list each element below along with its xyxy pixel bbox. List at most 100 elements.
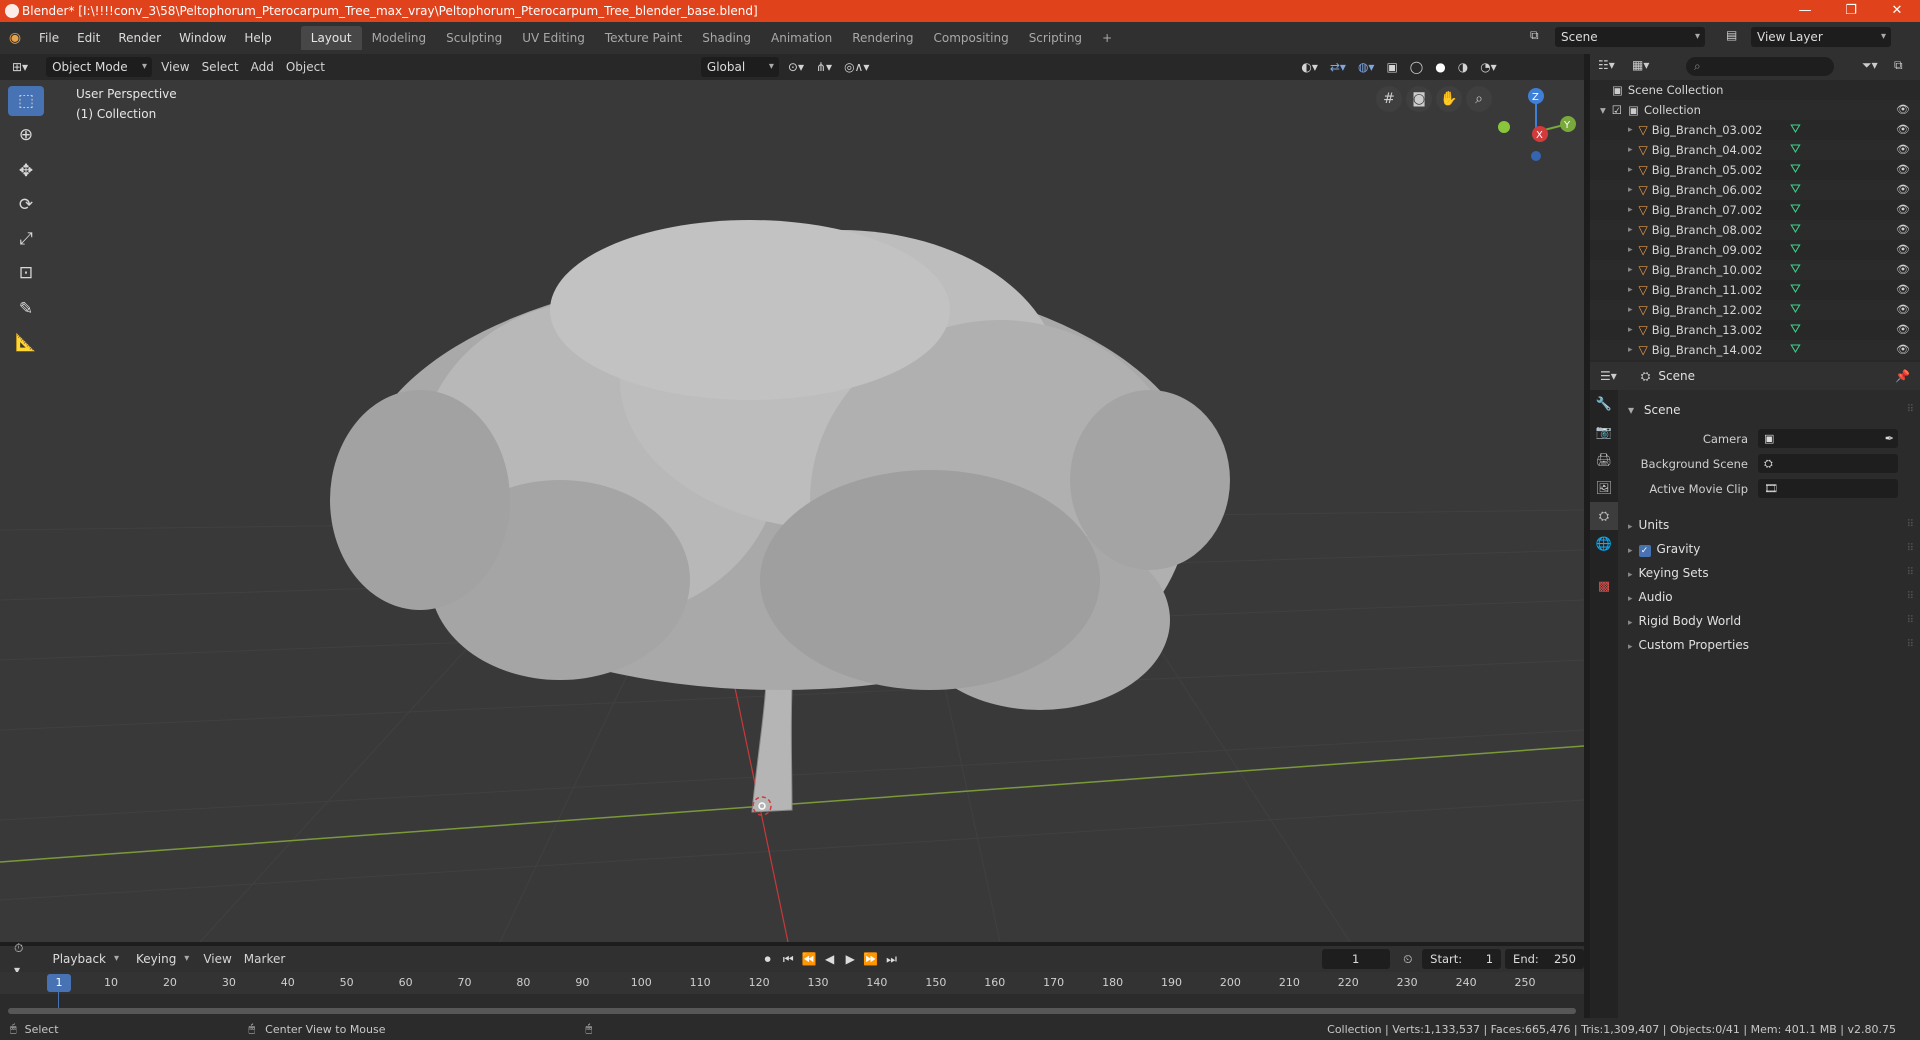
mesh-data-icon[interactable]: ⛛ xyxy=(1790,260,1801,280)
outliner-item[interactable]: ▸ ▽ Big_Branch_07.002 ⛛ 👁 xyxy=(1590,200,1920,220)
blender-menu-icon[interactable]: ◉ xyxy=(0,30,30,46)
outliner-item[interactable]: ▸ ▽ Big_Branch_05.002 ⛛ 👁 xyxy=(1590,160,1920,180)
close-button[interactable]: ✕ xyxy=(1874,0,1920,22)
tab-shading[interactable]: Shading xyxy=(692,26,761,50)
outliner-item[interactable]: ▸ ▽ Big_Branch_09.002 ⛛ 👁 xyxy=(1590,240,1920,260)
editor-type-icon[interactable]: ⊞▾ xyxy=(6,56,34,78)
jump-start-icon[interactable]: ⏮ xyxy=(778,949,799,969)
minimize-button[interactable]: — xyxy=(1782,0,1828,22)
texture-properties-icon[interactable]: ▩ xyxy=(1590,572,1618,600)
tab-texture-paint[interactable]: Texture Paint xyxy=(595,26,692,50)
timeline-menu-view[interactable]: View xyxy=(197,948,237,970)
navigation-gizmo[interactable]: Z Y X xyxy=(1486,84,1580,164)
play-icon[interactable]: ▶ xyxy=(840,949,861,969)
eye-icon[interactable]: 👁 xyxy=(1896,320,1910,340)
next-keyframe-icon[interactable]: ⏩ xyxy=(861,949,882,969)
mesh-data-icon[interactable]: ⛛ xyxy=(1790,160,1801,180)
outliner-item[interactable]: ▸ ▽ Big_Branch_08.002 ⛛ 👁 xyxy=(1590,220,1920,240)
visibility-icon[interactable]: ◐▾ xyxy=(1295,56,1324,78)
shading-wireframe-icon[interactable]: ◯ xyxy=(1404,56,1429,78)
start-frame-field[interactable]: Start: 1 xyxy=(1422,949,1502,969)
mesh-data-icon[interactable]: ⛛ xyxy=(1790,220,1801,240)
3d-viewport[interactable] xyxy=(0,80,1584,942)
render-properties-icon[interactable]: 📷 xyxy=(1590,418,1618,446)
tab-uv-editing[interactable]: UV Editing xyxy=(512,26,595,50)
expand-arrow-icon[interactable]: ▸ xyxy=(1628,340,1633,360)
view-layer-selector[interactable]: View Layer xyxy=(1751,27,1891,47)
menu-file[interactable]: File xyxy=(30,26,68,50)
outliner-item[interactable]: ▸ ▽ Big_Branch_14.002 ⛛ 👁 xyxy=(1590,340,1920,360)
add-workspace-button[interactable]: + xyxy=(1092,26,1122,50)
select-box-tool-icon[interactable]: ⬚ xyxy=(8,86,44,116)
shading-rendered-icon[interactable]: ◔▾ xyxy=(1474,56,1503,78)
timeline-scrollbar[interactable] xyxy=(8,1008,1576,1014)
properties-editor-icon[interactable]: ☰▾ xyxy=(1600,369,1617,383)
eye-icon[interactable]: 👁 xyxy=(1896,200,1910,220)
expand-arrow-icon[interactable]: ▸ xyxy=(1628,140,1633,160)
menu-help[interactable]: Help xyxy=(235,26,280,50)
eye-icon[interactable]: 👁 xyxy=(1896,340,1910,360)
viewport-menu-add[interactable]: Add xyxy=(245,56,280,78)
background-scene-field[interactable]: ⛭ xyxy=(1758,454,1898,473)
scene-selector[interactable]: Scene xyxy=(1555,27,1705,47)
viewport-menu-object[interactable]: Object xyxy=(280,56,331,78)
drag-handle-icon[interactable]: ⠿ xyxy=(1907,609,1914,633)
properties-subsection[interactable]: ▸ Audio ⠿ xyxy=(1618,585,1920,609)
timeline-menu-keying[interactable]: Keying xyxy=(130,949,194,969)
eye-icon[interactable]: 👁 xyxy=(1896,100,1910,120)
maximize-button[interactable]: ❐ xyxy=(1828,0,1874,22)
outliner-item[interactable]: ▸ ▽ Big_Branch_04.002 ⛛ 👁 xyxy=(1590,140,1920,160)
expand-arrow-icon[interactable]: ▸ xyxy=(1628,240,1633,260)
eye-icon[interactable]: 👁 xyxy=(1896,160,1910,180)
tab-modeling[interactable]: Modeling xyxy=(362,26,437,50)
mesh-data-icon[interactable]: ⛛ xyxy=(1790,300,1801,320)
active-movie-clip-field[interactable]: 🎞 xyxy=(1758,479,1898,498)
expand-arrow-icon[interactable]: ▸ xyxy=(1628,220,1633,240)
transform-orientation-dropdown[interactable]: Global xyxy=(700,57,779,77)
display-mode-icon[interactable]: ▦▾ xyxy=(1632,58,1649,72)
expand-arrow-icon[interactable]: ▸ xyxy=(1628,160,1633,180)
properties-subsection[interactable]: ▸ ✓ Gravity ⠿ xyxy=(1618,537,1920,561)
mesh-data-icon[interactable]: ⛛ xyxy=(1790,140,1801,160)
menu-window[interactable]: Window xyxy=(170,26,235,50)
pivot-point-icon[interactable]: ⊙▾ xyxy=(782,56,810,78)
eye-icon[interactable]: 👁 xyxy=(1896,120,1910,140)
view-layer-icon[interactable]: ▤ xyxy=(1726,28,1737,42)
mesh-data-icon[interactable]: ⛛ xyxy=(1790,340,1801,360)
drag-handle-icon[interactable]: ⠿ xyxy=(1907,585,1914,609)
filter-icon[interactable]: ⏷▾ xyxy=(1862,58,1878,73)
eye-icon[interactable]: 👁 xyxy=(1896,140,1910,160)
tab-compositing[interactable]: Compositing xyxy=(923,26,1018,50)
move-tool-icon[interactable]: ✥ xyxy=(8,156,44,186)
mesh-data-icon[interactable]: ⛛ xyxy=(1790,200,1801,220)
tool-properties-icon[interactable]: 🔧 xyxy=(1590,390,1618,418)
jump-end-icon[interactable]: ⏭ xyxy=(881,949,902,969)
transform-tool-icon[interactable]: ⊡ xyxy=(8,258,44,288)
outliner-scene-collection[interactable]: ▣ Scene Collection xyxy=(1590,80,1920,100)
measure-tool-icon[interactable]: 📐 xyxy=(8,328,44,358)
mesh-data-icon[interactable]: ⛛ xyxy=(1790,240,1801,260)
world-properties-icon[interactable]: 🌐 xyxy=(1590,530,1618,558)
gravity-checkbox[interactable]: ✓ xyxy=(1638,545,1651,557)
drag-handle-icon[interactable]: ⠿ xyxy=(1907,537,1914,561)
outliner-item[interactable]: ▸ ▽ Big_Branch_03.002 ⛛ 👁 xyxy=(1590,120,1920,140)
end-frame-field[interactable]: End: 250 xyxy=(1505,949,1584,969)
scene-selector-icon[interactable]: ⧉ xyxy=(1530,28,1539,43)
outliner-collection[interactable]: ▾ ☑ ▣ Collection 👁 xyxy=(1590,100,1920,120)
outliner-search-input[interactable]: ⌕ xyxy=(1686,57,1834,76)
play-reverse-icon[interactable]: ◀ xyxy=(819,949,840,969)
eye-icon[interactable]: 👁 xyxy=(1896,280,1910,300)
tab-scripting[interactable]: Scripting xyxy=(1019,26,1092,50)
expand-arrow-icon[interactable]: ▸ xyxy=(1628,320,1633,340)
current-frame-field[interactable]: 1 xyxy=(1321,949,1390,969)
xray-toggle-icon[interactable]: ▣ xyxy=(1380,56,1403,78)
tab-layout[interactable]: Layout xyxy=(300,26,362,50)
pin-icon[interactable]: 📌 xyxy=(1895,369,1910,383)
new-collection-icon[interactable]: ⧉ xyxy=(1894,58,1903,73)
scale-tool-icon[interactable]: ⤢ xyxy=(8,224,44,254)
outliner-item[interactable]: ▸ ▽ Big_Branch_12.002 ⛛ 👁 xyxy=(1590,300,1920,320)
drag-handle-icon[interactable]: ⠿ xyxy=(1907,513,1914,537)
grid-view-icon[interactable]: # xyxy=(1376,86,1402,112)
proportional-edit-icon[interactable]: ◎∧▾ xyxy=(838,56,875,78)
timeline-menu-playback[interactable]: Playback xyxy=(46,949,124,969)
